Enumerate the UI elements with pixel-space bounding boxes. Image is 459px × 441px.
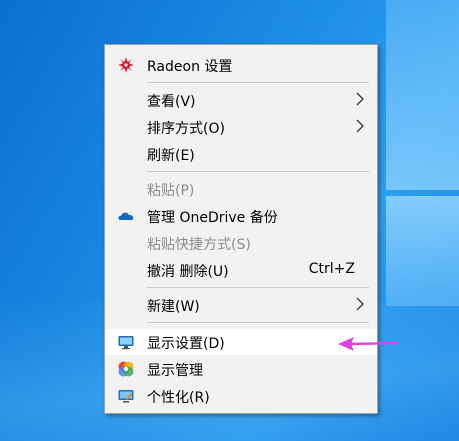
menu-item-label: 撤消 删除(U) [147,264,229,280]
onedrive-cloud-icon [118,212,134,220]
menu-separator [147,287,369,288]
chevron-right-icon [356,119,364,133]
menu-separator [147,171,369,172]
windows-logo-pane-top [386,0,459,190]
menu-item-label: 粘贴(P) [147,183,195,199]
menu-item-manage-onedrive-backup[interactable]: 管理 OneDrive 备份 [105,203,377,229]
chevron-right-icon [356,297,364,311]
menu-item-label: Radeon 设置 [147,59,233,75]
menu-item-display-management[interactable]: 显示管理 [105,356,377,382]
display-settings-icon [118,336,134,350]
desktop-context-menu: Radeon 设置 查看(V) 排序方式(O) 刷新(E) 粘贴(P) 管理 O… [104,44,378,414]
menu-item-accelerator: Ctrl+Z [308,261,355,277]
menu-item-radeon-settings[interactable]: Radeon 设置 [105,52,377,78]
menu-item-label: 显示设置(D) [147,336,225,352]
menu-item-paste-shortcut[interactable]: 粘贴快捷方式(S) [105,230,377,256]
annotation-arrow-icon [338,337,399,351]
menu-item-label: 查看(V) [147,94,196,110]
menu-item-label: 排序方式(O) [147,121,225,137]
menu-item-new[interactable]: 新建(W) [105,292,377,318]
menu-item-personalize[interactable]: 个性化(R) [105,383,377,409]
display-management-icon [118,361,134,377]
menu-item-label: 管理 OneDrive 备份 [147,210,278,226]
menu-item-label: 个性化(R) [147,390,210,406]
menu-item-view[interactable]: 查看(V) [105,87,377,113]
personalize-icon [118,390,134,403]
menu-item-label: 新建(W) [147,299,200,315]
menu-item-paste[interactable]: 粘贴(P) [105,176,377,202]
menu-item-label: 显示管理 [147,363,203,379]
menu-item-label: 刷新(E) [147,148,195,164]
menu-separator [147,82,369,83]
menu-item-undo-delete[interactable]: 撤消 删除(U) Ctrl+Z [105,257,377,283]
menu-separator [147,322,369,323]
menu-item-refresh[interactable]: 刷新(E) [105,141,377,167]
menu-item-sort-by[interactable]: 排序方式(O) [105,114,377,140]
menu-item-label: 粘贴快捷方式(S) [147,237,251,253]
chevron-right-icon [356,92,364,106]
windows-logo-pane-bottom [386,196,459,306]
radeon-icon [118,57,134,73]
